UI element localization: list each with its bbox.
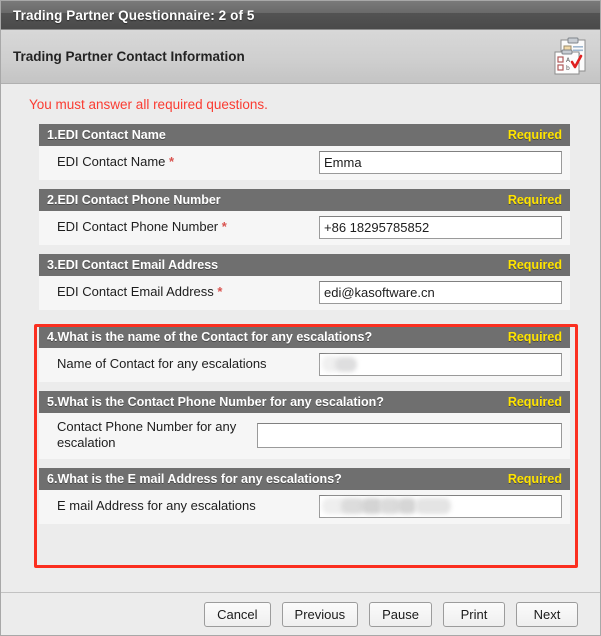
question-body: EDI Contact Email Address *	[39, 276, 570, 310]
clipboard-checklist-icon: A b	[552, 37, 590, 77]
escalation-contact-phone-input[interactable]	[257, 422, 562, 448]
svg-text:b: b	[566, 65, 570, 72]
question-body: Name of Contact for any escalations	[39, 348, 570, 382]
questionnaire-window: Trading Partner Questionnaire: 2 of 5 Tr…	[0, 0, 601, 636]
window-titlebar: Trading Partner Questionnaire: 2 of 5	[1, 1, 600, 30]
field-wrapper	[319, 352, 562, 376]
question-title: 4.What is the name of the Contact for an…	[47, 330, 373, 344]
question-block: 4.What is the name of the Contact for an…	[39, 326, 570, 382]
question-block: 1.EDI Contact Name Required EDI Contact …	[39, 124, 570, 180]
previous-button[interactable]: Previous	[281, 602, 359, 627]
field-label: EDI Contact Phone Number *	[57, 219, 227, 234]
edi-contact-phone-input[interactable]	[319, 215, 562, 239]
page-subheader: Trading Partner Contact Information A b	[1, 30, 600, 84]
question-body: Contact Phone Number for any escalation	[39, 413, 570, 459]
field-label: Name of Contact for any escalations	[57, 356, 267, 371]
validation-notice: You must answer all required questions.	[1, 84, 600, 124]
required-asterisk: *	[221, 219, 227, 234]
escalation-contact-name-input[interactable]	[319, 352, 562, 376]
field-label: Contact Phone Number for any escalation	[57, 419, 237, 450]
question-header: 5.What is the Contact Phone Number for a…	[39, 391, 570, 413]
window-title: Trading Partner Questionnaire: 2 of 5	[13, 7, 255, 23]
field-wrapper	[319, 150, 562, 174]
edi-contact-email-input[interactable]	[319, 280, 562, 304]
required-badge: Required	[507, 258, 562, 272]
question-title: 2.EDI Contact Phone Number	[47, 193, 221, 207]
field-wrapper	[319, 215, 562, 239]
question-title: 1.EDI Contact Name	[47, 128, 166, 142]
validation-notice-text: You must answer all required questions.	[29, 97, 268, 112]
question-header: 1.EDI Contact Name Required	[39, 124, 570, 146]
question-title: 6.What is the E mail Address for any esc…	[47, 472, 342, 486]
required-badge: Required	[507, 128, 562, 142]
pause-button[interactable]: Pause	[369, 602, 432, 627]
print-button[interactable]: Print	[443, 602, 505, 627]
required-asterisk: *	[169, 154, 175, 169]
question-header: 3.EDI Contact Email Address Required	[39, 254, 570, 276]
question-body: EDI Contact Phone Number *	[39, 211, 570, 245]
field-wrapper	[319, 280, 562, 304]
required-badge: Required	[507, 193, 562, 207]
next-button[interactable]: Next	[516, 602, 578, 627]
question-body: EDI Contact Name *	[39, 146, 570, 180]
required-badge: Required	[507, 472, 562, 486]
form-footer: Cancel Previous Pause Print Next	[1, 592, 600, 635]
field-label: EDI Contact Name *	[57, 154, 175, 169]
cancel-button[interactable]: Cancel	[204, 602, 271, 627]
question-header: 6.What is the E mail Address for any esc…	[39, 468, 570, 490]
field-label: E mail Address for any escalations	[57, 498, 256, 513]
question-title: 5.What is the Contact Phone Number for a…	[47, 395, 384, 409]
question-header: 2.EDI Contact Phone Number Required	[39, 189, 570, 211]
question-block: 5.What is the Contact Phone Number for a…	[39, 391, 570, 459]
question-title: 3.EDI Contact Email Address	[47, 258, 219, 272]
field-label: EDI Contact Email Address *	[57, 284, 223, 299]
edi-contact-name-input[interactable]	[319, 150, 562, 174]
page-title: Trading Partner Contact Information	[13, 49, 245, 64]
questions-list: 1.EDI Contact Name Required EDI Contact …	[34, 124, 578, 568]
field-wrapper	[257, 422, 562, 448]
required-badge: Required	[507, 395, 562, 409]
question-block: 2.EDI Contact Phone Number Required EDI …	[39, 189, 570, 245]
form-body: You must answer all required questions. …	[1, 84, 600, 635]
question-block: 3.EDI Contact Email Address Required EDI…	[39, 254, 570, 310]
required-badge: Required	[507, 330, 562, 344]
question-block: 6.What is the E mail Address for any esc…	[39, 468, 570, 524]
required-asterisk: *	[217, 284, 223, 299]
field-wrapper	[319, 494, 562, 518]
question-header: 4.What is the name of the Contact for an…	[39, 326, 570, 348]
escalation-email-input[interactable]	[319, 494, 562, 518]
question-body: E mail Address for any escalations	[39, 490, 570, 524]
